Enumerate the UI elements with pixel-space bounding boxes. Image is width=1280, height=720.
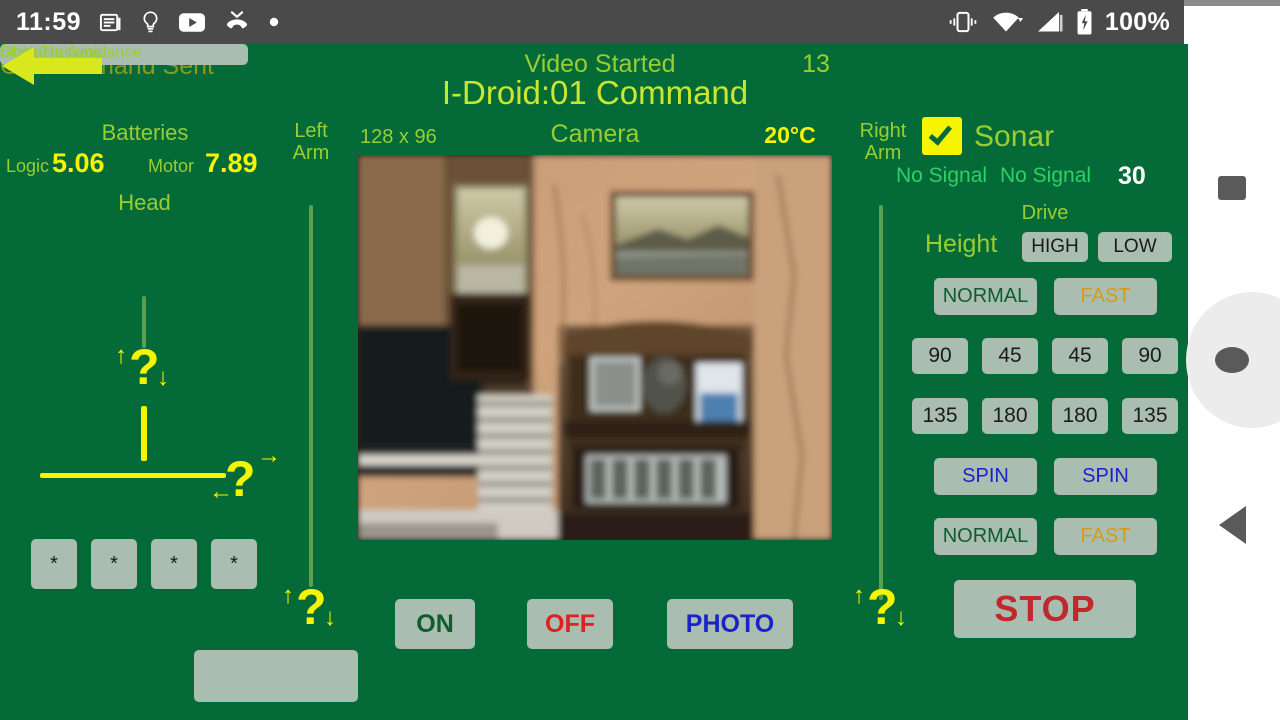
- logic-battery-label: Logic: [6, 156, 50, 176]
- camera-label: Camera: [550, 120, 640, 148]
- recents-button[interactable]: [1184, 160, 1280, 216]
- right-arm-question-icon: ?: [867, 579, 898, 635]
- vibrate-icon: [946, 11, 980, 33]
- head-pan-control[interactable]: → ? ←: [209, 444, 295, 508]
- height-high-button[interactable]: HIGH: [1022, 232, 1088, 262]
- recents-square-icon: [1218, 176, 1246, 200]
- height-low-button[interactable]: LOW: [1098, 232, 1172, 262]
- angle-button-180-right[interactable]: 180: [1052, 398, 1108, 434]
- drive-heading: Drive: [1021, 202, 1069, 224]
- head-tilt-control[interactable]: ↑ ? ↓: [115, 339, 193, 406]
- left-arm-question-icon: ?: [296, 579, 327, 635]
- speed-fast-bottom-button[interactable]: FAST: [1054, 518, 1157, 555]
- video-on-button[interactable]: ON: [395, 599, 475, 649]
- sonar-reading-left: No Signal: [896, 164, 988, 187]
- star-button-1[interactable]: *: [31, 539, 77, 589]
- right-arm-label: Right Arm: [848, 120, 918, 164]
- nav-bar-top-divider: [1184, 0, 1280, 6]
- left-arm-control[interactable]: ↑ ? ↓: [282, 579, 360, 646]
- star-button-3[interactable]: *: [151, 539, 197, 589]
- status-bar-clock: 11:59: [16, 7, 82, 36]
- angle-button-45-right[interactable]: 45: [1052, 338, 1108, 374]
- angle-button-90-left[interactable]: 90: [912, 338, 968, 374]
- idroid-command-app: On Command Sent Video Started 13 I-Droid…: [0, 44, 1184, 720]
- back-arrow-button[interactable]: [0, 44, 104, 93]
- head-pan-left-arrow-icon[interactable]: ←: [209, 480, 233, 504]
- video-off-button[interactable]: OFF: [527, 599, 613, 649]
- right-arm-slider-track[interactable]: [879, 205, 883, 600]
- missed-call-icon: [224, 11, 250, 33]
- checkmark-icon: [928, 121, 953, 146]
- camera-feed-image: [358, 155, 832, 540]
- angle-button-45-left[interactable]: 45: [982, 338, 1038, 374]
- back-button[interactable]: [1184, 490, 1280, 560]
- head-tilt-question-icon: ?: [129, 339, 160, 395]
- camera-feed[interactable]: [358, 155, 832, 540]
- star-button-2[interactable]: *: [91, 539, 137, 589]
- speed-normal-bottom-button[interactable]: NORMAL: [934, 518, 1037, 555]
- battery-percent-label: 100%: [1104, 7, 1170, 36]
- left-arm-down-arrow-icon[interactable]: ↓: [324, 606, 336, 630]
- star-button-4[interactable]: *: [211, 539, 257, 589]
- screen: 11:59 100% On Command Sent Video Started…: [0, 0, 1280, 720]
- angle-button-135-left[interactable]: 135: [912, 398, 968, 434]
- height-label: Height: [925, 230, 998, 258]
- cellular-signal-icon: [1036, 10, 1064, 34]
- speed-fast-top-button[interactable]: FAST: [1054, 278, 1157, 315]
- left-arm-label-line1: Left: [294, 120, 328, 142]
- home-button[interactable]: [1184, 300, 1280, 420]
- speed-normal-top-button[interactable]: NORMAL: [934, 278, 1037, 315]
- sonar-reading-right: No Signal: [1000, 164, 1092, 187]
- dot-icon: [269, 17, 279, 27]
- page-title: I-Droid:01 Command: [441, 74, 749, 111]
- spin-right-button[interactable]: SPIN: [1054, 458, 1157, 495]
- head-tilt-up-arrow-icon[interactable]: ↑: [115, 344, 127, 368]
- right-arm-control[interactable]: ↑ ? ↓: [853, 579, 931, 646]
- right-arm-down-arrow-icon[interactable]: ↓: [895, 606, 907, 630]
- lightbulb-icon: [141, 10, 160, 34]
- left-arm-slider-track[interactable]: [309, 205, 313, 587]
- android-status-bar: 11:59 100%: [0, 0, 1184, 44]
- head-pan-slider-track[interactable]: [40, 473, 226, 478]
- angle-button-180-left[interactable]: 180: [982, 398, 1038, 434]
- battery-charging-icon: [1076, 9, 1093, 35]
- news-icon: [99, 11, 122, 34]
- status-bar-system-icons: 100%: [946, 8, 1184, 37]
- spin-left-button[interactable]: SPIN: [934, 458, 1037, 495]
- left-arm-label: Left Arm: [278, 120, 344, 164]
- right-arm-label-line2: Arm: [864, 142, 902, 164]
- motor-battery-label: Motor: [148, 156, 195, 176]
- sonar-value: 30: [1118, 162, 1146, 190]
- text-field-1[interactable]: [194, 650, 358, 702]
- temperature-readout: 20°C: [764, 122, 816, 148]
- right-arm-label-line1: Right: [859, 120, 907, 142]
- stop-button[interactable]: STOP: [954, 580, 1136, 638]
- android-navigation-bar: [1184, 0, 1280, 720]
- wifi-icon: [992, 10, 1024, 34]
- head-pan-right-arrow-icon[interactable]: →: [257, 444, 281, 468]
- left-arrow-icon: [2, 47, 102, 85]
- angle-button-90-right[interactable]: 90: [1122, 338, 1178, 374]
- photo-button[interactable]: PHOTO: [667, 599, 793, 649]
- left-arm-up-arrow-icon[interactable]: ↑: [282, 584, 294, 608]
- camera-resolution-label: 128 x 96: [360, 126, 437, 148]
- head-tilt-slider-track-lower[interactable]: [141, 406, 147, 461]
- right-arm-up-arrow-icon[interactable]: ↑: [853, 584, 865, 608]
- sonar-checkbox[interactable]: [922, 117, 962, 155]
- head-section-label: Head: [118, 190, 171, 215]
- back-triangle-icon: [1218, 506, 1246, 544]
- left-arm-label-line2: Arm: [292, 142, 330, 164]
- angle-button-135-right[interactable]: 135: [1122, 398, 1178, 434]
- logic-battery-value: 5.06: [52, 148, 105, 178]
- home-circle-icon: [1215, 347, 1249, 373]
- youtube-icon: [179, 12, 206, 32]
- status-bar-notification-icons: [99, 10, 279, 34]
- batteries-heading: Batteries: [101, 120, 189, 145]
- motor-battery-value: 7.89: [205, 148, 258, 178]
- sonar-label: Sonar: [974, 120, 1055, 153]
- head-tilt-down-arrow-icon[interactable]: ↓: [157, 366, 169, 390]
